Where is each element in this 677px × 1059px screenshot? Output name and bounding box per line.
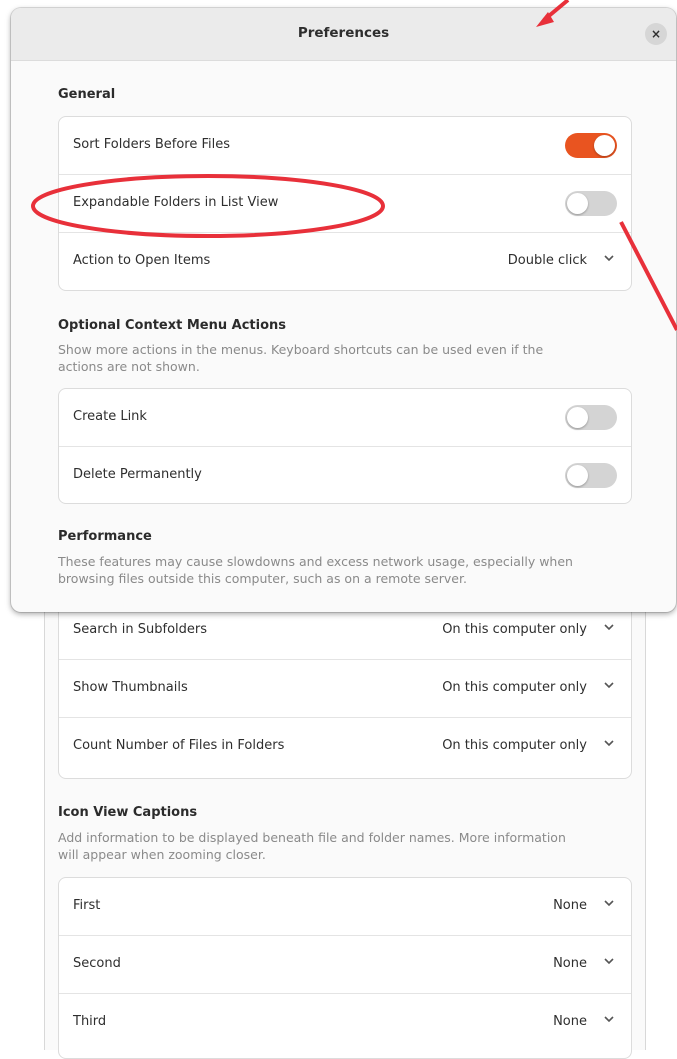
row-expandable-folders[interactable]: Expandable Folders in List View — [59, 175, 631, 233]
row-value: On this computer only — [442, 680, 587, 695]
icon-captions-title: Icon View Captions — [58, 805, 198, 820]
row-value: Double click — [507, 253, 587, 268]
context-menu-description-1: Show more actions in the menus. Keyboard… — [58, 342, 544, 357]
icon-captions-description-2: will appear when zooming closer. — [58, 847, 266, 862]
row-label: Delete Permanently — [73, 467, 202, 482]
icon-captions-description-1: Add information to be displayed beneath … — [58, 830, 566, 845]
chevron-down-icon[interactable] — [603, 897, 615, 909]
icon-captions-group: First None Second None Third None — [58, 877, 632, 1059]
performance-title: Performance — [58, 529, 152, 544]
row-label: Expandable Folders in List View — [73, 195, 279, 210]
row-value: On this computer only — [442, 622, 587, 637]
preferences-dialog: Preferences × General Sort Folders Befor… — [11, 8, 676, 612]
chevron-down-icon[interactable] — [603, 955, 615, 967]
row-sort-folders[interactable]: Sort Folders Before Files — [59, 117, 631, 175]
row-label: Count Number of Files in Folders — [73, 738, 285, 753]
context-menu-description-2: actions are not shown. — [58, 359, 200, 374]
performance-group: Search in Subfolders On this computer on… — [58, 601, 632, 779]
row-label: Action to Open Items — [73, 253, 211, 268]
row-caption-second[interactable]: Second None — [59, 936, 631, 994]
context-menu-group: Create Link Delete Permanently — [58, 388, 632, 504]
row-create-link[interactable]: Create Link — [59, 389, 631, 447]
row-label: Search in Subfolders — [73, 622, 208, 637]
performance-description-2: browsing files outside this computer, su… — [58, 571, 467, 586]
toggle-knob — [594, 135, 615, 156]
row-label: Sort Folders Before Files — [73, 137, 231, 152]
delete-permanently-toggle[interactable] — [565, 463, 617, 488]
chevron-down-icon[interactable] — [603, 679, 615, 691]
row-value: None — [553, 956, 587, 971]
expandable-folders-toggle[interactable] — [565, 191, 617, 216]
row-action-to-open-items[interactable]: Action to Open Items Double click — [59, 233, 631, 290]
row-count-number-of-files[interactable]: Count Number of Files in Folders On this… — [59, 718, 631, 775]
chevron-down-icon[interactable] — [603, 621, 615, 633]
sort-folders-toggle[interactable] — [565, 133, 617, 158]
row-label: First — [73, 898, 101, 913]
row-value: None — [553, 898, 587, 913]
row-value: None — [553, 1014, 587, 1029]
row-delete-permanently[interactable]: Delete Permanently — [59, 447, 631, 503]
general-title: General — [58, 87, 116, 102]
chevron-down-icon[interactable] — [603, 1013, 615, 1025]
chevron-down-icon[interactable] — [603, 252, 615, 264]
row-show-thumbnails[interactable]: Show Thumbnails On this computer only — [59, 660, 631, 718]
row-label: Second — [73, 956, 121, 971]
toggle-knob — [567, 407, 588, 428]
row-label: Show Thumbnails — [73, 680, 188, 695]
context-menu-title: Optional Context Menu Actions — [58, 318, 287, 333]
general-group: Sort Folders Before Files Expandable Fol… — [58, 116, 632, 291]
toggle-knob — [567, 193, 588, 214]
row-label: Third — [73, 1014, 107, 1029]
close-icon: × — [650, 27, 662, 41]
row-caption-first[interactable]: First None — [59, 878, 631, 936]
create-link-toggle[interactable] — [565, 405, 617, 430]
close-button[interactable]: × — [645, 23, 667, 45]
performance-description-1: These features may cause slowdowns and e… — [58, 554, 573, 569]
row-caption-third[interactable]: Third None — [59, 994, 631, 1051]
row-value: On this computer only — [442, 738, 587, 753]
header-bar: Preferences × — [11, 8, 676, 61]
toggle-knob — [567, 465, 588, 486]
dialog-title: Preferences — [297, 25, 390, 41]
chevron-down-icon[interactable] — [603, 737, 615, 749]
row-label: Create Link — [73, 409, 147, 424]
